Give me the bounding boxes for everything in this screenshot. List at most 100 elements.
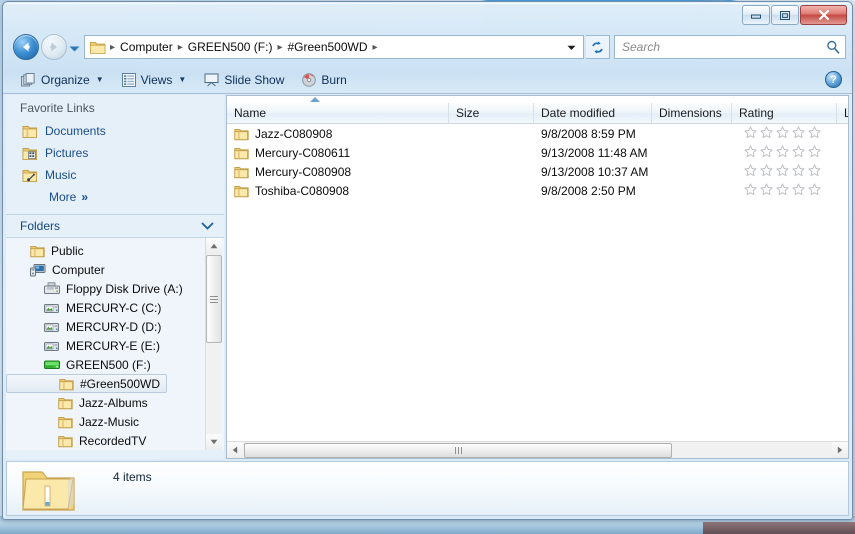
forward-button[interactable] <box>41 34 67 60</box>
tree-item-green500-f[interactable]: GREEN500 (F:) <box>6 355 224 374</box>
hard-drive-icon <box>44 339 60 352</box>
tree-item-green500wd[interactable]: #Green500WD <box>6 374 168 393</box>
star-icon[interactable] <box>808 125 821 142</box>
tree-item-jazz-albums[interactable]: Jazz-Albums <box>6 393 224 412</box>
file-rating-cell[interactable] <box>732 144 837 161</box>
star-icon[interactable] <box>776 144 789 161</box>
organize-button[interactable]: Organize ▼ <box>13 69 112 91</box>
column-header-label: Date modified <box>541 106 616 120</box>
computer-icon <box>30 263 46 277</box>
tree-item-public[interactable]: Public <box>6 241 224 260</box>
refresh-button[interactable] <box>586 35 610 59</box>
tree-item-mercury-e-e[interactable]: MERCURY-E (E:) <box>6 336 224 355</box>
tree-item-mercury-d-d[interactable]: MERCURY-D (D:) <box>6 317 224 336</box>
horizontal-scroll-thumb[interactable] <box>244 443 672 458</box>
sidebar-item-more[interactable]: More » <box>16 186 224 208</box>
star-icon[interactable] <box>808 144 821 161</box>
star-icon[interactable] <box>760 182 773 199</box>
star-icon[interactable] <box>760 125 773 142</box>
status-bar: 4 items <box>6 461 849 516</box>
sidebar-item-label: Music <box>45 168 77 182</box>
table-row[interactable]: Toshiba-C080908 9/8/2008 2:50 PM <box>227 181 848 200</box>
scroll-down-arrow[interactable] <box>206 434 222 450</box>
tree-item-jazz-music[interactable]: Jazz-Music <box>6 412 224 431</box>
item-count-text: 4 items <box>113 470 152 484</box>
chevron-down-icon[interactable] <box>201 222 214 230</box>
tree-item-mercury-c-c[interactable]: MERCURY-C (C:) <box>6 298 224 317</box>
maximize-button[interactable] <box>771 5 799 25</box>
star-icon[interactable] <box>744 125 757 142</box>
table-row[interactable]: Mercury-C080611 9/13/2008 11:48 AM <box>227 143 848 162</box>
tree-item-recordedtv[interactable]: RecordedTV <box>6 431 224 450</box>
back-button[interactable] <box>13 34 39 60</box>
column-header-dimensions[interactable]: Dimensions <box>652 103 732 123</box>
star-icon[interactable] <box>808 182 821 199</box>
help-button[interactable]: ? <box>825 71 842 88</box>
rating-stars[interactable] <box>732 144 837 161</box>
close-button[interactable] <box>800 5 847 25</box>
chevron-down-icon[interactable] <box>560 40 583 54</box>
star-icon[interactable] <box>776 182 789 199</box>
star-icon[interactable] <box>808 163 821 180</box>
star-icon[interactable] <box>776 163 789 180</box>
sidebar-item-music[interactable]: Music <box>16 164 224 186</box>
file-list-pane: Name Size Date modified Dimensions Rating Len… <box>226 95 849 459</box>
tree-item-computer[interactable]: Computer <box>6 260 224 279</box>
file-rating-cell[interactable] <box>732 163 837 180</box>
folder-tree-scroll-thumb[interactable] <box>206 255 222 343</box>
star-icon[interactable] <box>744 182 757 199</box>
scroll-thumb-grip <box>454 447 462 454</box>
file-rating-cell[interactable] <box>732 182 837 199</box>
table-row[interactable]: Jazz-C080908 9/8/2008 8:59 PM <box>227 124 848 143</box>
rating-stars[interactable] <box>732 163 837 180</box>
sidebar-item-pictures[interactable]: Pictures <box>16 142 224 164</box>
address-bar[interactable]: ▸ Computer ▸ GREEN500 (F:) ▸ #Green500WD… <box>84 35 584 59</box>
tree-item-label: #Green500WD <box>80 376 161 391</box>
column-header-rating[interactable]: Rating <box>732 103 837 123</box>
column-header-len[interactable]: Len <box>837 103 848 123</box>
folder-tree-scrollbar[interactable] <box>205 238 222 450</box>
breadcrumb-item-green500[interactable]: GREEN500 (F:) <box>184 39 277 55</box>
column-header-name[interactable]: Name <box>227 103 449 123</box>
scroll-right-arrow[interactable] <box>832 442 848 458</box>
breadcrumb-separator: ▸ <box>110 41 116 53</box>
tree-item-label: Public <box>51 243 84 258</box>
folder-tree[interactable]: Public Computer Floppy Disk Drive (A:) MERC… <box>6 237 224 450</box>
star-icon[interactable] <box>792 125 805 142</box>
search-input[interactable] <box>620 39 826 55</box>
star-icon[interactable] <box>776 125 789 142</box>
slideshow-button[interactable]: Slide Show <box>196 69 292 91</box>
star-icon[interactable] <box>744 163 757 180</box>
minimize-button[interactable] <box>742 5 770 25</box>
file-list-horizontal-scrollbar[interactable] <box>227 441 848 458</box>
star-icon[interactable] <box>744 144 757 161</box>
star-icon[interactable] <box>760 144 773 161</box>
folders-section-header[interactable]: Folders <box>6 214 224 237</box>
burn-button[interactable]: Burn <box>294 69 354 91</box>
scroll-up-arrow[interactable] <box>206 238 222 254</box>
recent-pages-dropdown[interactable] <box>69 42 80 56</box>
column-header-date-modified[interactable]: Date modified <box>534 103 652 123</box>
search-box[interactable] <box>614 35 846 59</box>
tree-item-floppy-disk-drive-a[interactable]: Floppy Disk Drive (A:) <box>6 279 224 298</box>
star-icon[interactable] <box>760 163 773 180</box>
slideshow-icon <box>204 73 219 87</box>
search-icon[interactable] <box>826 40 840 54</box>
star-icon[interactable] <box>792 182 805 199</box>
file-name-label: Mercury-C080611 <box>255 145 351 160</box>
star-icon[interactable] <box>792 144 805 161</box>
breadcrumb-item-green500wd[interactable]: #Green500WD <box>283 39 371 55</box>
column-header-size[interactable]: Size <box>449 103 534 123</box>
rating-stars[interactable] <box>732 182 837 199</box>
rating-stars[interactable] <box>732 125 837 142</box>
scroll-left-arrow[interactable] <box>227 442 243 458</box>
breadcrumb-item-computer[interactable]: Computer <box>116 39 177 55</box>
table-row[interactable]: Mercury-C080908 9/13/2008 10:37 AM <box>227 162 848 181</box>
sidebar-item-documents[interactable]: Documents <box>16 120 224 142</box>
breadcrumb-separator: ▸ <box>277 41 283 53</box>
pictures-folder-icon <box>22 146 38 161</box>
file-rating-cell[interactable] <box>732 125 837 142</box>
views-button[interactable]: Views ▼ <box>114 69 195 91</box>
file-name-cell: Toshiba-C080908 <box>227 184 449 198</box>
star-icon[interactable] <box>792 163 805 180</box>
